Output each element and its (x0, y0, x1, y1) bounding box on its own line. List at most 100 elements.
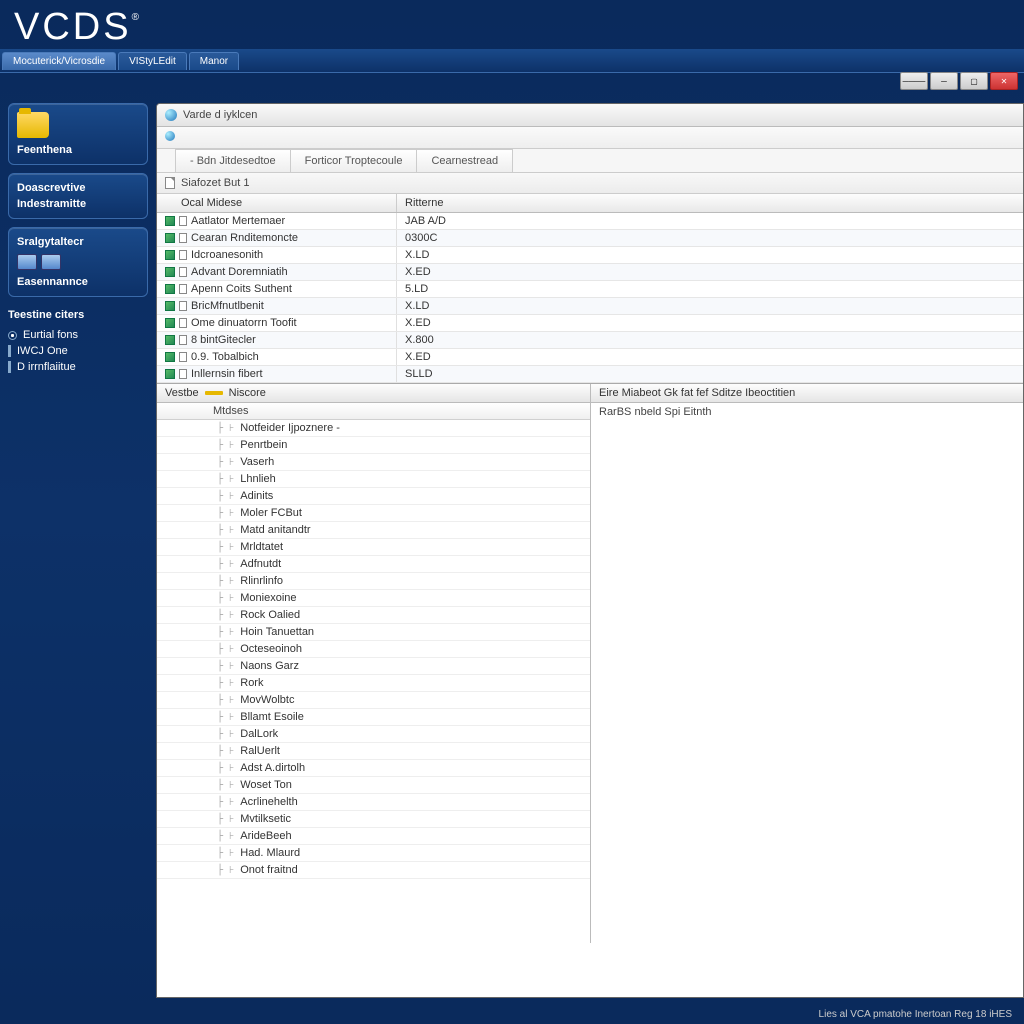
main-tab-2[interactable]: Cearnestread (416, 149, 513, 172)
tree-connector-icon: ├ ⊦ (217, 865, 234, 876)
sidebar-item-describe[interactable]: Doascrevtive (17, 180, 139, 196)
tree-item[interactable]: ├ ⊦ArideBeeh (157, 828, 590, 845)
tree-item[interactable]: ├ ⊦Octeseoinoh (157, 641, 590, 658)
tree-item[interactable]: ├ ⊦Onot fraitnd (157, 862, 590, 879)
main-tab-0[interactable]: - Bdn Jitdesedtoe (175, 149, 291, 172)
tree-label: Notfeider Ijpoznere - (240, 422, 340, 434)
sidebar-panel-2: Doascrevtive Indestramitte (8, 173, 148, 219)
tree-label: Mvtilksetic (240, 813, 291, 825)
tree-connector-icon: ├ ⊦ (217, 848, 234, 859)
tree-item[interactable]: ├ ⊦Vaserh (157, 454, 590, 471)
top-tab-2[interactable]: Manor (189, 52, 239, 70)
tree-connector-icon: ├ ⊦ (217, 797, 234, 808)
table-row[interactable]: IdcroanesonithX.LD (157, 247, 1023, 264)
tree-label: Adfnutdt (240, 558, 281, 570)
refresh-button[interactable]: ──── (900, 72, 928, 90)
table-row[interactable]: Ome dinuatorrn ToofitX.ED (157, 315, 1023, 332)
table-row[interactable]: Apenn Coits Suthent5.LD (157, 281, 1023, 298)
grid-col-value[interactable]: Ritterne (397, 194, 1023, 212)
tree-item[interactable]: ├ ⊦Hoin Tanuettan (157, 624, 590, 641)
close-button[interactable]: ✕ (990, 72, 1018, 90)
tree-item[interactable]: ├ ⊦Adfnutdt (157, 556, 590, 573)
tree-item[interactable]: ├ ⊦MovWolbtc (157, 692, 590, 709)
tree-connector-icon: ├ ⊦ (217, 831, 234, 842)
tree-label: Rork (240, 677, 263, 689)
lower-left-header: Vestbe Niscore (157, 384, 590, 403)
tree-connector-icon: ├ ⊦ (217, 593, 234, 604)
tree-connector-icon: ├ ⊦ (217, 678, 234, 689)
tree-label: Adst A.dirtolh (240, 762, 305, 774)
row-value: X.ED (397, 349, 1023, 365)
toolbar-globe-icon[interactable] (165, 131, 175, 141)
row-doc-icon (179, 284, 187, 294)
sidebar-panel3-label[interactable]: Easennannce (17, 274, 139, 290)
row-status-icon (165, 284, 175, 294)
tree-item[interactable]: ├ ⊦Bllamt Esoile (157, 709, 590, 726)
tree-item[interactable]: ├ ⊦Rlinrlinfo (157, 573, 590, 590)
sidebar-item-instruments[interactable]: Indestramitte (17, 196, 139, 212)
tree-label: MovWolbtc (240, 694, 294, 706)
lower-left-subheader[interactable]: Mtdses (157, 403, 590, 420)
tree-item[interactable]: ├ ⊦Mrldtatet (157, 539, 590, 556)
tree-label: Naons Garz (240, 660, 299, 672)
tree-item[interactable]: ├ ⊦Rock Oalied (157, 607, 590, 624)
sidebar-radio-0[interactable]: Eurtial fons (8, 327, 148, 343)
sidebar-radio-2[interactable]: D irrnflaiitue (8, 359, 148, 375)
table-row[interactable]: 8 bintGitecler X.800 (157, 332, 1023, 349)
tree-label: Bllamt Esoile (240, 711, 304, 723)
tree-item[interactable]: ├ ⊦Adst A.dirtolh (157, 760, 590, 777)
row-doc-icon (179, 216, 187, 226)
sidebar-panel-home[interactable]: Feenthena (8, 103, 148, 165)
tree-item[interactable]: ├ ⊦Moler FCBut (157, 505, 590, 522)
tree-connector-icon: ├ ⊦ (217, 644, 234, 655)
table-row[interactable]: Aatlator MertemaerJAB A/D (157, 213, 1023, 230)
tree-connector-icon: ├ ⊦ (217, 814, 234, 825)
table-row[interactable]: Cearan Rnditemoncte0300C (157, 230, 1023, 247)
tree-label: DalLork (240, 728, 278, 740)
tree-item[interactable]: ├ ⊦Woset Ton (157, 777, 590, 794)
drive-icon[interactable] (17, 254, 37, 270)
tree-label: Moniexoine (240, 592, 296, 604)
table-row[interactable]: Inllernsin fibertSLLD (157, 366, 1023, 383)
tree-item[interactable]: ├ ⊦DalLork (157, 726, 590, 743)
tree-label: Moler FCBut (240, 507, 302, 519)
tree-item[interactable]: ├ ⊦ Moniexoine (157, 590, 590, 607)
sidebar-radio-1[interactable]: IWCJ One (8, 343, 148, 359)
lower-split: Vestbe Niscore Mtdses ├ ⊦ Notfeider Ijpoz… (157, 383, 1023, 943)
tree-item[interactable]: ├ ⊦ Notfeider Ijpoznere - (157, 420, 590, 437)
grid-body: Aatlator MertemaerJAB A/DCearan Rnditemo… (157, 213, 1023, 383)
minimize-button[interactable]: ─ (930, 72, 958, 90)
tree-item[interactable]: ├ ⊦RalUerlt (157, 743, 590, 760)
main-tab-1[interactable]: Forticor Troptecoule (290, 149, 418, 172)
top-tab-0[interactable]: Mocuterick/Vicrosdie (2, 52, 116, 70)
tree-item[interactable]: ├ ⊦Penrtbein (157, 437, 590, 454)
tree-item[interactable]: ├ ⊦ Acrlinehelth (157, 794, 590, 811)
row-doc-icon (179, 369, 187, 379)
globe-icon (165, 109, 177, 121)
tree-label: Acrlinehelth (240, 796, 297, 808)
table-row[interactable]: 0.9. TobalbichX.ED (157, 349, 1023, 366)
tree-item[interactable]: ├ ⊦Had. Mlaurd (157, 845, 590, 862)
tree-connector-icon: ├ ⊦ (217, 576, 234, 587)
row-doc-icon (179, 352, 187, 362)
app-logo: VCDS® (0, 0, 1024, 49)
table-row[interactable]: Advant DoremniatihX.ED (157, 264, 1023, 281)
device-icon[interactable] (41, 254, 61, 270)
row-doc-icon (179, 267, 187, 277)
tree-item[interactable]: ├ ⊦Adinits (157, 488, 590, 505)
tree-connector-icon: ├ ⊦ (217, 423, 234, 434)
tree-item[interactable]: ├ ⊦ Rork (157, 675, 590, 692)
tree-item[interactable]: ├ ⊦Lhnlieh (157, 471, 590, 488)
tree-item[interactable]: ├ ⊦Matd anitandtr (157, 522, 590, 539)
tree-item[interactable]: ├ ⊦ Mvtilksetic (157, 811, 590, 828)
row-name: 8 bintGitecler (191, 334, 256, 346)
tree-connector-icon: ├ ⊦ (217, 491, 234, 502)
table-row[interactable]: BricMfnutlbenitX.LD (157, 298, 1023, 315)
tree-item[interactable]: ├ ⊦Naons Garz (157, 658, 590, 675)
tree-label: Vaserh (240, 456, 274, 468)
row-value: X.800 (397, 332, 1023, 348)
maximize-button[interactable]: ▢ (960, 72, 988, 90)
row-value: 0300C (397, 230, 1023, 246)
grid-col-name[interactable]: Ocal Midese (157, 194, 397, 212)
top-tab-1[interactable]: VIStyLEdit (118, 52, 187, 70)
